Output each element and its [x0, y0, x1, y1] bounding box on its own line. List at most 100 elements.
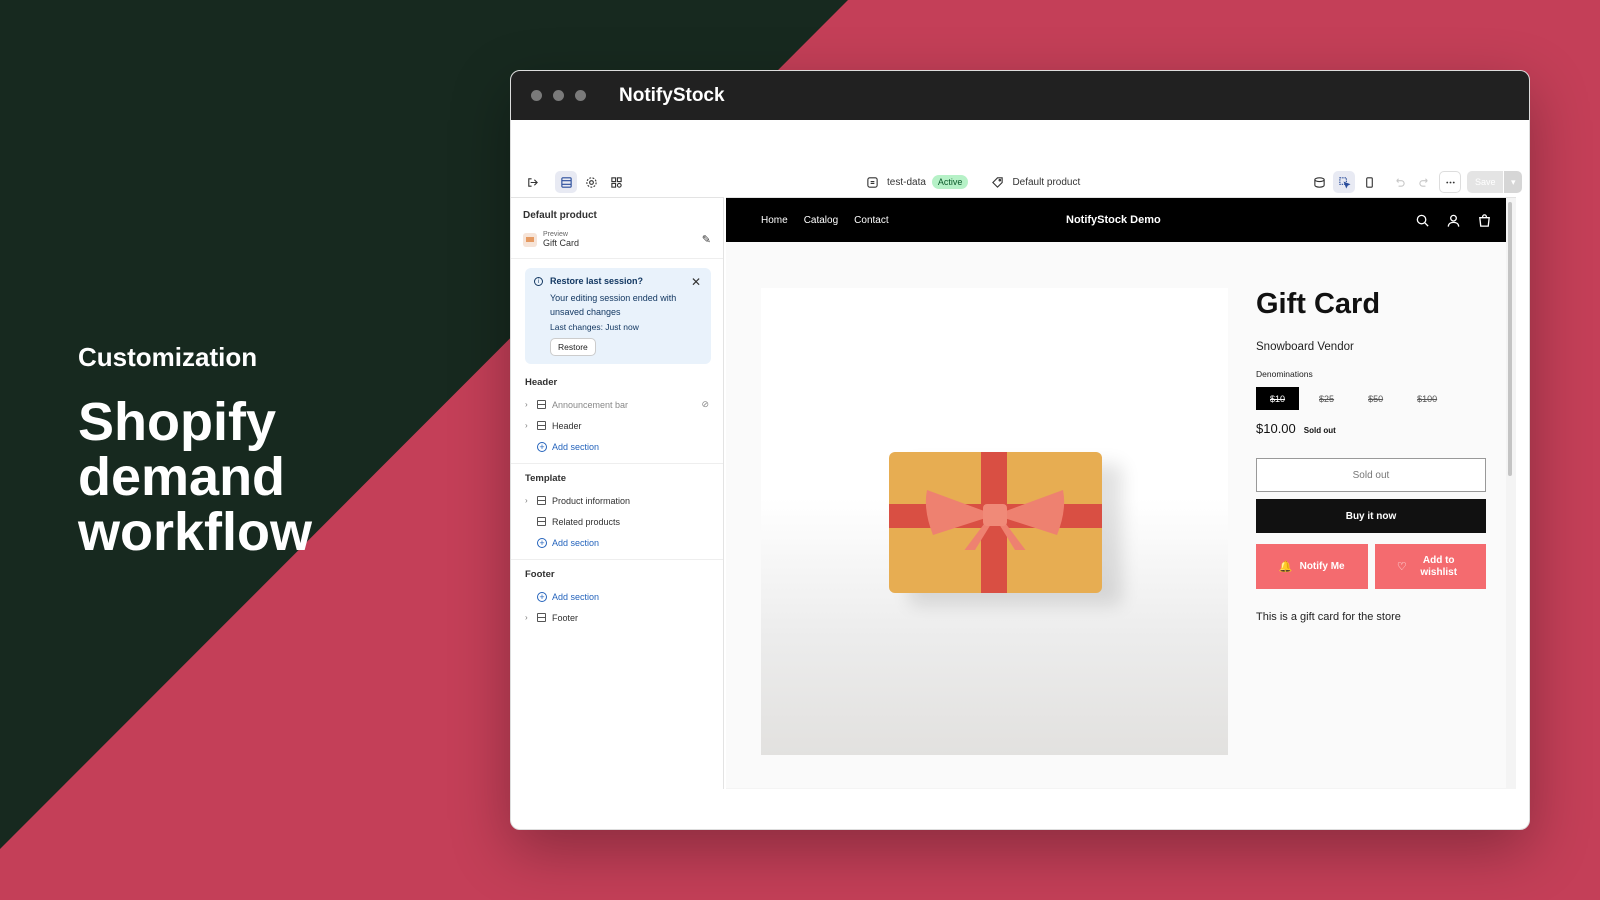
preview-value: Gift Card — [543, 238, 580, 248]
notice-last-changes: Last changes: Just now — [550, 322, 639, 332]
info-icon: i — [534, 277, 543, 286]
theme-name[interactable]: test-data — [887, 177, 926, 188]
notify-me-button[interactable]: 🔔 Notify Me — [1256, 544, 1368, 589]
nav-link-home[interactable]: Home — [761, 215, 788, 226]
chevron-right-icon[interactable]: › — [525, 400, 537, 409]
save-options-chevron-icon[interactable]: ▾ — [1504, 171, 1523, 193]
nav-link-contact[interactable]: Contact — [854, 215, 888, 226]
denomination-option[interactable]: $100 — [1403, 387, 1451, 410]
denominations-options: $10 $25 $50 $100 — [1256, 387, 1486, 410]
store-brand[interactable]: NotifyStock Demo — [1066, 214, 1161, 226]
bell-icon: 🔔 — [1278, 560, 1293, 573]
hero-kicker: Customization — [78, 342, 258, 372]
gift-card-illustration — [889, 452, 1102, 593]
undo-icon[interactable] — [1388, 171, 1410, 193]
preview-scrollbar[interactable] — [1508, 202, 1512, 476]
app-window: NotifyStock test-data Active Default pro… — [510, 70, 1530, 830]
sidebar-item-header[interactable]: › Header — [525, 415, 723, 436]
section-icon — [537, 400, 546, 409]
section-icon — [537, 496, 546, 505]
add-section-label: Add section — [552, 441, 600, 452]
cart-icon[interactable] — [1477, 213, 1492, 228]
add-section-label: Add section — [552, 537, 600, 548]
sidebar-item-product-information[interactable]: › Product information — [525, 490, 723, 511]
buy-it-now-button[interactable]: Buy it now — [1256, 499, 1486, 533]
denomination-option[interactable]: $50 — [1354, 387, 1397, 410]
account-icon[interactable] — [1446, 213, 1461, 228]
save-button[interactable]: Save — [1467, 171, 1504, 193]
chevron-right-icon[interactable]: › — [525, 496, 537, 505]
notify-actions: 🔔 Notify Me ♡ Add to wishlist — [1256, 544, 1486, 589]
add-section-button[interactable]: + Add section — [525, 586, 723, 607]
section-icon — [537, 517, 546, 526]
chevron-right-icon[interactable]: › — [525, 421, 537, 430]
nav-icons — [1415, 213, 1492, 228]
mobile-icon[interactable] — [1358, 171, 1380, 193]
gift-card-thumbnail — [523, 232, 537, 247]
denomination-option[interactable]: $10 — [1256, 387, 1300, 410]
search-icon[interactable] — [1415, 213, 1430, 228]
plus-circle-icon: + — [537, 441, 547, 452]
preview-label: Preview — [543, 231, 568, 238]
sidebar-item-label: Announcement bar — [552, 399, 629, 410]
product-description: This is a gift card for the store — [1256, 611, 1401, 623]
window-close-dot[interactable] — [531, 90, 542, 101]
more-icon[interactable] — [1439, 171, 1462, 193]
notice-body: Your editing session ended with unsaved … — [550, 293, 677, 317]
group-title: Footer — [525, 569, 555, 580]
notify-me-label: Notify Me — [1299, 560, 1345, 572]
chevron-right-icon[interactable]: › — [525, 613, 537, 622]
group-template: Template › Product information Related p… — [511, 464, 723, 560]
sections-icon[interactable] — [555, 171, 577, 193]
inspector-icon[interactable] — [1333, 171, 1356, 193]
section-icon — [537, 421, 546, 430]
denominations-label: Denominations — [1256, 369, 1313, 379]
product-price: $10.00 — [1256, 421, 1296, 436]
window-title: NotifyStock — [619, 84, 725, 106]
sidebar-item-label: Related products — [552, 516, 621, 527]
template-selector[interactable]: Default product — [1012, 177, 1080, 188]
plus-circle-icon: + — [537, 537, 547, 548]
sidebar-item-announcement-bar[interactable]: › Announcement bar ⊘ — [525, 394, 723, 415]
group-title: Header — [525, 377, 558, 388]
sidebar-item-related-products[interactable]: Related products — [525, 511, 723, 532]
theme-status-badge: Active — [931, 175, 969, 189]
add-section-label: Add section — [552, 591, 600, 602]
denomination-option[interactable]: $25 — [1305, 387, 1348, 410]
edit-pencil-icon[interactable]: ✎ — [702, 233, 711, 246]
price-row: $10.00 Sold out — [1256, 421, 1486, 436]
group-title: Template — [525, 473, 567, 484]
hero-title: Shopify demand workflow — [78, 392, 313, 562]
sold-out-button[interactable]: Sold out — [1256, 458, 1486, 492]
close-icon[interactable]: ✕ — [691, 275, 701, 289]
product-image[interactable] — [761, 288, 1228, 755]
restore-button[interactable]: Restore — [550, 338, 596, 356]
product-title: Gift Card — [1256, 288, 1381, 320]
sidebar-item-label: Footer — [552, 612, 579, 623]
sidebar-item-label: Product information — [552, 495, 631, 506]
redo-icon[interactable] — [1413, 171, 1435, 193]
add-section-button[interactable]: + Add section — [525, 436, 723, 457]
window-minimize-dot[interactable] — [553, 90, 564, 101]
nav-link-catalog[interactable]: Catalog — [804, 215, 838, 226]
exit-icon[interactable] — [521, 171, 543, 193]
stock-status-badge: Sold out — [1303, 426, 1336, 435]
product-details: Gift Card Snowboard Vendor Denominations… — [1256, 288, 1486, 623]
preview-canvas: Home Catalog Contact NotifyStock Demo Gi… — [726, 197, 1516, 789]
tag-icon — [986, 171, 1008, 193]
hidden-eye-icon[interactable]: ⊘ — [701, 399, 709, 410]
add-section-button[interactable]: + Add section — [525, 532, 723, 553]
apps-icon[interactable] — [605, 171, 627, 193]
ribbon-bow — [925, 490, 1065, 550]
theme-icon — [861, 171, 883, 193]
window-titlebar: NotifyStock — [511, 71, 1529, 120]
notice-title: Restore last session? — [550, 276, 644, 286]
storage-icon[interactable] — [1308, 171, 1330, 193]
preview-selector[interactable]: Preview Gift Card ✎ — [511, 221, 723, 259]
sidebar-item-label: Header — [552, 420, 582, 431]
plus-circle-icon: + — [537, 591, 547, 602]
window-zoom-dot[interactable] — [575, 90, 586, 101]
sidebar-item-footer[interactable]: › Footer — [525, 607, 723, 628]
add-to-wishlist-button[interactable]: ♡ Add to wishlist — [1374, 544, 1486, 589]
gear-icon[interactable] — [580, 171, 602, 193]
